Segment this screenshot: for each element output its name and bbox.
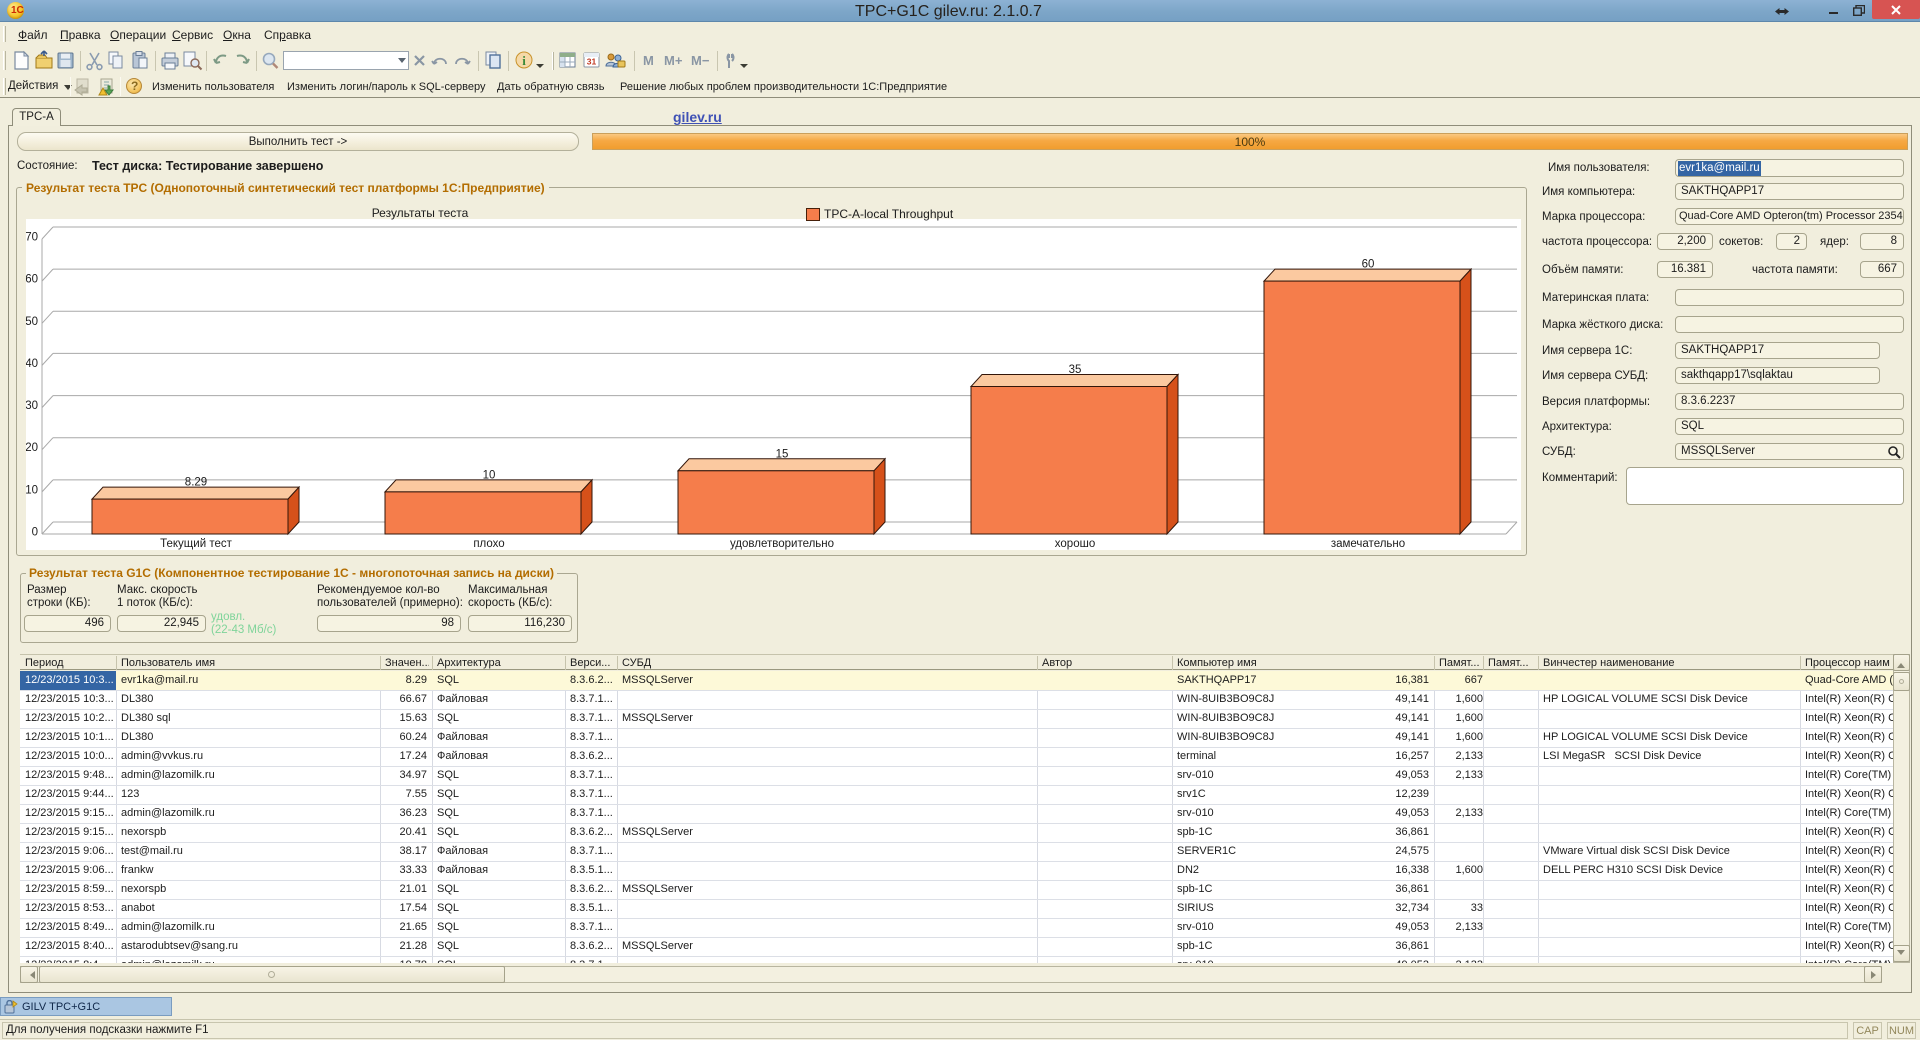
svg-text:удовлетворительно: удовлетворительно xyxy=(730,538,834,550)
svg-text:15: 15 xyxy=(776,448,789,460)
svg-text:10: 10 xyxy=(26,484,38,496)
svg-text:20: 20 xyxy=(26,442,38,454)
svg-text:хорошо: хорошо xyxy=(1055,538,1095,550)
svg-text:Текущий тест: Текущий тест xyxy=(160,538,232,550)
svg-text:40: 40 xyxy=(26,358,38,370)
svg-text:M+: M+ xyxy=(664,53,683,68)
svg-text:8.29: 8.29 xyxy=(185,477,207,489)
svg-text:10: 10 xyxy=(483,469,496,481)
svg-text:70: 70 xyxy=(26,232,38,244)
svg-text:M−: M− xyxy=(691,53,710,68)
svg-text:i: i xyxy=(522,53,526,68)
svg-text:35: 35 xyxy=(1069,364,1082,376)
svg-text:60: 60 xyxy=(26,274,38,286)
svg-text:замечательно: замечательно xyxy=(1331,538,1405,550)
svg-text:0: 0 xyxy=(32,527,38,539)
svg-text:плохо: плохо xyxy=(473,538,504,550)
svg-text:31: 31 xyxy=(587,57,597,67)
svg-text:50: 50 xyxy=(26,316,38,328)
svg-text:M: M xyxy=(643,53,654,68)
svg-text:60: 60 xyxy=(1362,259,1375,271)
svg-text:30: 30 xyxy=(26,400,38,412)
